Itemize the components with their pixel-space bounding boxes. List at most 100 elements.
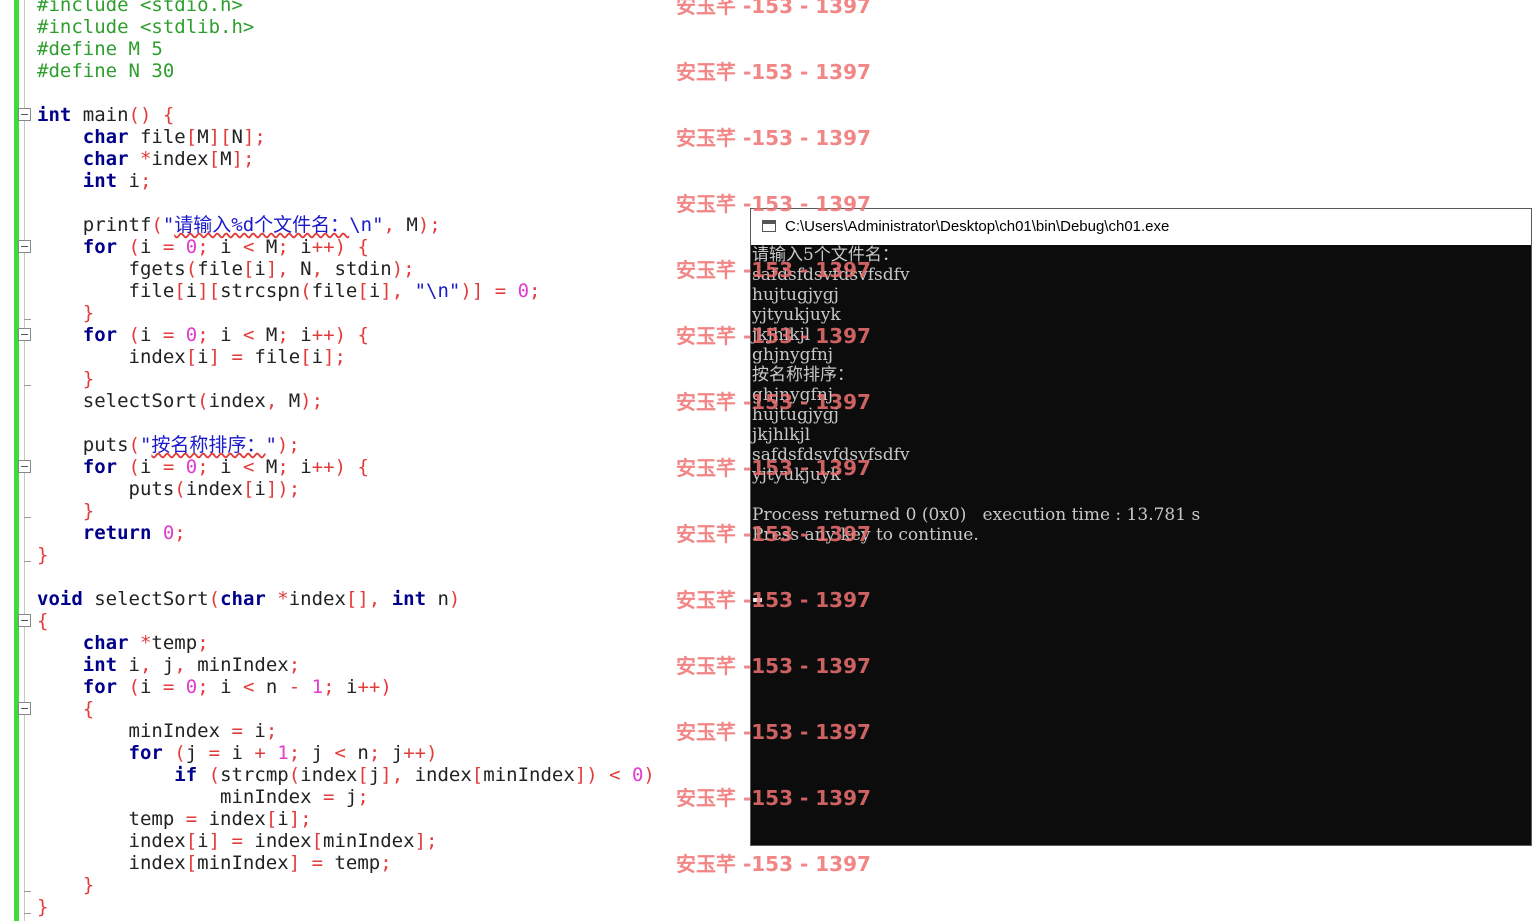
fold-toggle-icon[interactable] (18, 240, 31, 253)
code-token: 按名称排序： (151, 434, 266, 456)
code-line: void selectSort(char *index[], int n) (37, 588, 460, 610)
code-token: minIndex (197, 852, 289, 874)
code-token: = (231, 720, 255, 742)
code-token: i (185, 280, 198, 302)
code-token: , (383, 214, 407, 236)
code-line: int i; (37, 170, 152, 192)
code-token: ] = (288, 852, 335, 874)
code-token: [ (185, 126, 198, 148)
code-token: selectSort (82, 588, 209, 610)
code-token: int (82, 654, 118, 676)
code-token: < (243, 236, 266, 258)
fold-toggle-icon[interactable] (18, 328, 31, 341)
console-title-bar[interactable]: C:\Users\Administrator\Desktop\ch01\bin\… (751, 209, 1531, 245)
code-token: = (185, 808, 209, 830)
code-token: i (300, 324, 312, 346)
code-token: ] = (208, 830, 255, 852)
code-token: n (265, 676, 289, 698)
fold-toggle-icon[interactable] (18, 108, 31, 121)
code-token: ++) (357, 676, 392, 698)
code-token: < (243, 676, 266, 698)
code-token: - (288, 676, 312, 698)
console-line: safdsfdsvfdsvfsdfv (752, 265, 910, 285)
code-line: } (37, 874, 94, 896)
code-token: fgets (37, 258, 186, 280)
code-token: ); (417, 214, 441, 236)
code-token: 0 (185, 236, 198, 258)
code-token: } (37, 544, 49, 566)
code-token: void (37, 588, 83, 610)
code-token: i (220, 236, 243, 258)
code-token: index (254, 830, 312, 852)
code-token: for (82, 676, 118, 698)
code-token: " (162, 214, 175, 236)
code-token: )] = (460, 280, 518, 302)
code-token: } (37, 368, 95, 390)
code-token: for (82, 456, 118, 478)
code-token: index (151, 148, 209, 170)
code-token: 请输入%d个文件名： (174, 214, 350, 236)
console-window[interactable]: C:\Users\Administrator\Desktop\ch01\bin\… (750, 208, 1532, 846)
watermark-text: 安玉芊 -153 - 1397 (676, 60, 871, 84)
fold-end-marker (24, 385, 31, 386)
code-token: i (277, 808, 289, 830)
code-token: char (82, 632, 129, 654)
code-token: { (37, 698, 95, 720)
code-token: ( (117, 676, 140, 698)
code-token: 0 (631, 764, 644, 786)
code-token: for (82, 236, 118, 258)
code-token: [ (185, 852, 198, 874)
code-token: ]; (242, 126, 266, 148)
code-token: j (368, 764, 381, 786)
code-token: \n" (349, 214, 384, 236)
code-token: " (139, 434, 152, 456)
console-line: ghjnygfnj (752, 345, 834, 365)
code-token: ( (208, 588, 221, 610)
code-token: j (311, 742, 335, 764)
code-line: for (j = i + 1; j < n; j++) (37, 742, 438, 764)
code-line: int i, j, minIndex; (37, 654, 300, 676)
code-line: } (37, 896, 48, 918)
code-token: ], (380, 764, 415, 786)
code-token: () { (128, 104, 175, 126)
code-token: ]; (414, 830, 438, 852)
code-line: char *index[M]; (37, 148, 255, 170)
watermark-text: 安玉芊 -153 - 1397 (676, 852, 871, 876)
code-token: "\n" (414, 280, 461, 302)
code-token: main (71, 104, 129, 126)
code-token: char (220, 588, 266, 610)
code-token: } (37, 302, 95, 324)
code-token: i (346, 676, 358, 698)
code-token: ++) (403, 742, 438, 764)
code-token: file (311, 280, 358, 302)
code-token: #include <stdio.h> (37, 0, 243, 16)
code-token: M (265, 456, 278, 478)
code-token: i (311, 346, 324, 368)
code-token: strcspn (220, 280, 301, 302)
code-line: minIndex = j; (37, 786, 369, 808)
code-token: [], (345, 588, 392, 610)
code-token: int (37, 104, 72, 126)
code-token: j (345, 786, 358, 808)
code-token: file (254, 346, 301, 368)
code-token: i (254, 720, 266, 742)
code-line: } (37, 500, 94, 522)
code-token: minIndex (37, 720, 232, 742)
code-token: , (174, 654, 198, 676)
fold-end-marker (24, 561, 31, 562)
code-token: 0 (151, 522, 175, 544)
code-token: * (128, 632, 152, 654)
code-token: return (82, 522, 152, 544)
code-token: M (197, 126, 209, 148)
code-line: return 0; (37, 522, 186, 544)
code-token: = (162, 324, 186, 346)
code-token: < (243, 324, 266, 346)
code-token: * (128, 148, 152, 170)
fold-toggle-icon[interactable] (18, 460, 31, 473)
code-token: ] = (208, 346, 255, 368)
fold-toggle-icon[interactable] (18, 614, 31, 627)
fold-toggle-icon[interactable] (18, 702, 31, 715)
